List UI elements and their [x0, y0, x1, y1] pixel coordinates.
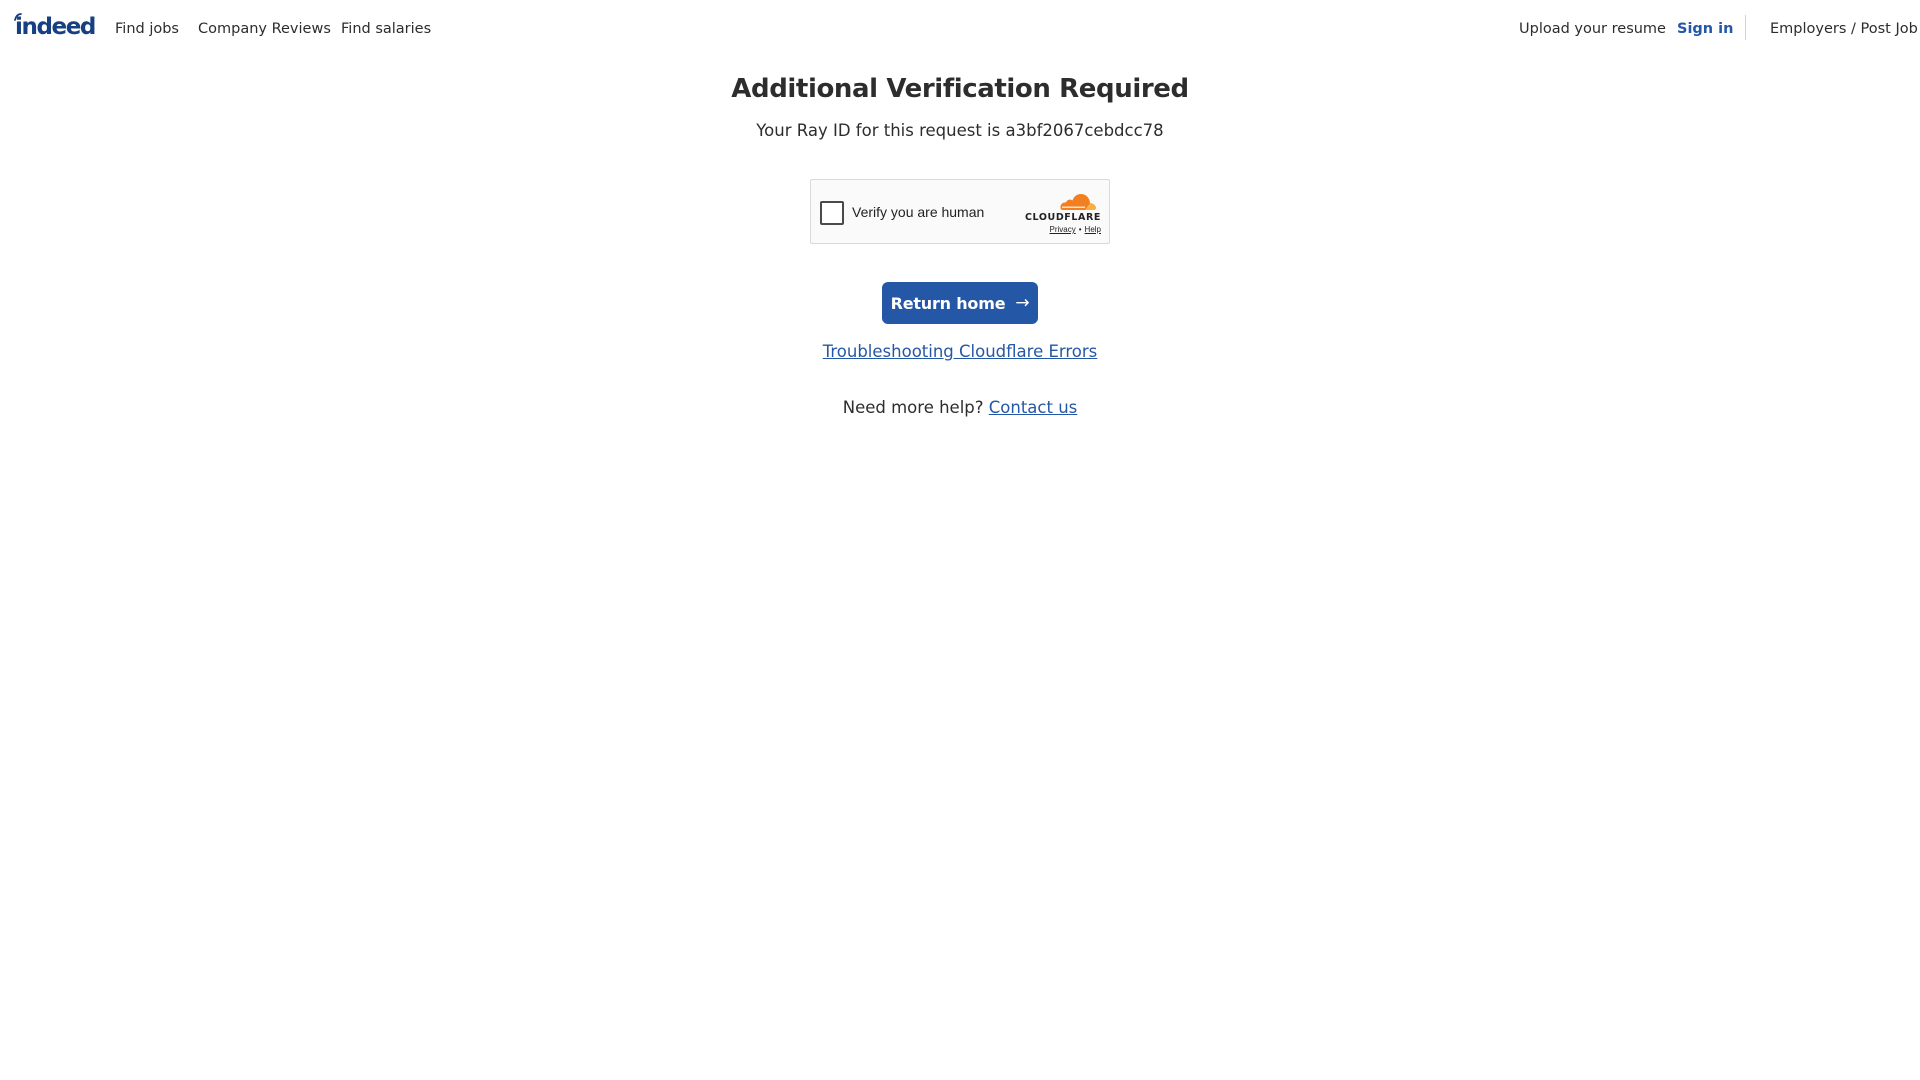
- cloudflare-brand: CLOUDFLARE Privacy • Help: [1021, 191, 1101, 235]
- nav-find-jobs-link[interactable]: Find jobs: [115, 20, 179, 38]
- troubleshooting-link[interactable]: Troubleshooting Cloudflare Errors: [823, 342, 1098, 361]
- contact-us-link[interactable]: Contact us: [989, 398, 1078, 417]
- troubleshoot-paragraph: Troubleshooting Cloudflare Errors: [0, 341, 1920, 363]
- indeed-logo[interactable]: indeed: [14, 12, 96, 42]
- cloudflare-privacy-link[interactable]: Privacy: [1050, 225, 1076, 234]
- verify-label: Verify you are human: [852, 204, 985, 220]
- nav-company-reviews-link[interactable]: Company Reviews: [198, 20, 331, 38]
- ray-id-text: Your Ray ID for this request is a3bf2067…: [756, 121, 1164, 140]
- page-title: Additional Verification Required: [731, 74, 1189, 104]
- cloudflare-wordmark: CLOUDFLARE: [1024, 212, 1101, 223]
- link-separator: •: [1078, 225, 1082, 234]
- sign-in-link[interactable]: Sign in: [1677, 20, 1733, 38]
- return-home-button[interactable]: Return home →: [882, 282, 1038, 324]
- cloudflare-links: Privacy • Help: [1050, 225, 1102, 235]
- logo-text: indeed: [15, 14, 96, 40]
- top-navigation: indeed Find jobs Company Reviews Find sa…: [0, 0, 1920, 57]
- employers-post-job-link[interactable]: Employers / Post Job: [1770, 20, 1918, 38]
- verify-checkbox[interactable]: [820, 201, 844, 225]
- cloudflare-cloud-icon: [1060, 194, 1096, 210]
- help-prefix: Need more help?: [842, 398, 984, 417]
- cloudflare-captcha-widget: Verify you are human CLOUDFLARE Privacy •…: [810, 179, 1110, 244]
- nav-find-salaries-link[interactable]: Find salaries: [341, 20, 431, 38]
- arrow-right-icon: →: [1015, 293, 1030, 313]
- return-home-label: Return home: [890, 293, 1006, 313]
- nav-divider: [1745, 15, 1746, 40]
- cloudflare-help-link[interactable]: Help: [1085, 225, 1101, 234]
- help-paragraph: Need more help? Contact us: [0, 397, 1920, 419]
- logo-dot-icon: [14, 13, 22, 21]
- upload-resume-link[interactable]: Upload your resume: [1519, 20, 1666, 38]
